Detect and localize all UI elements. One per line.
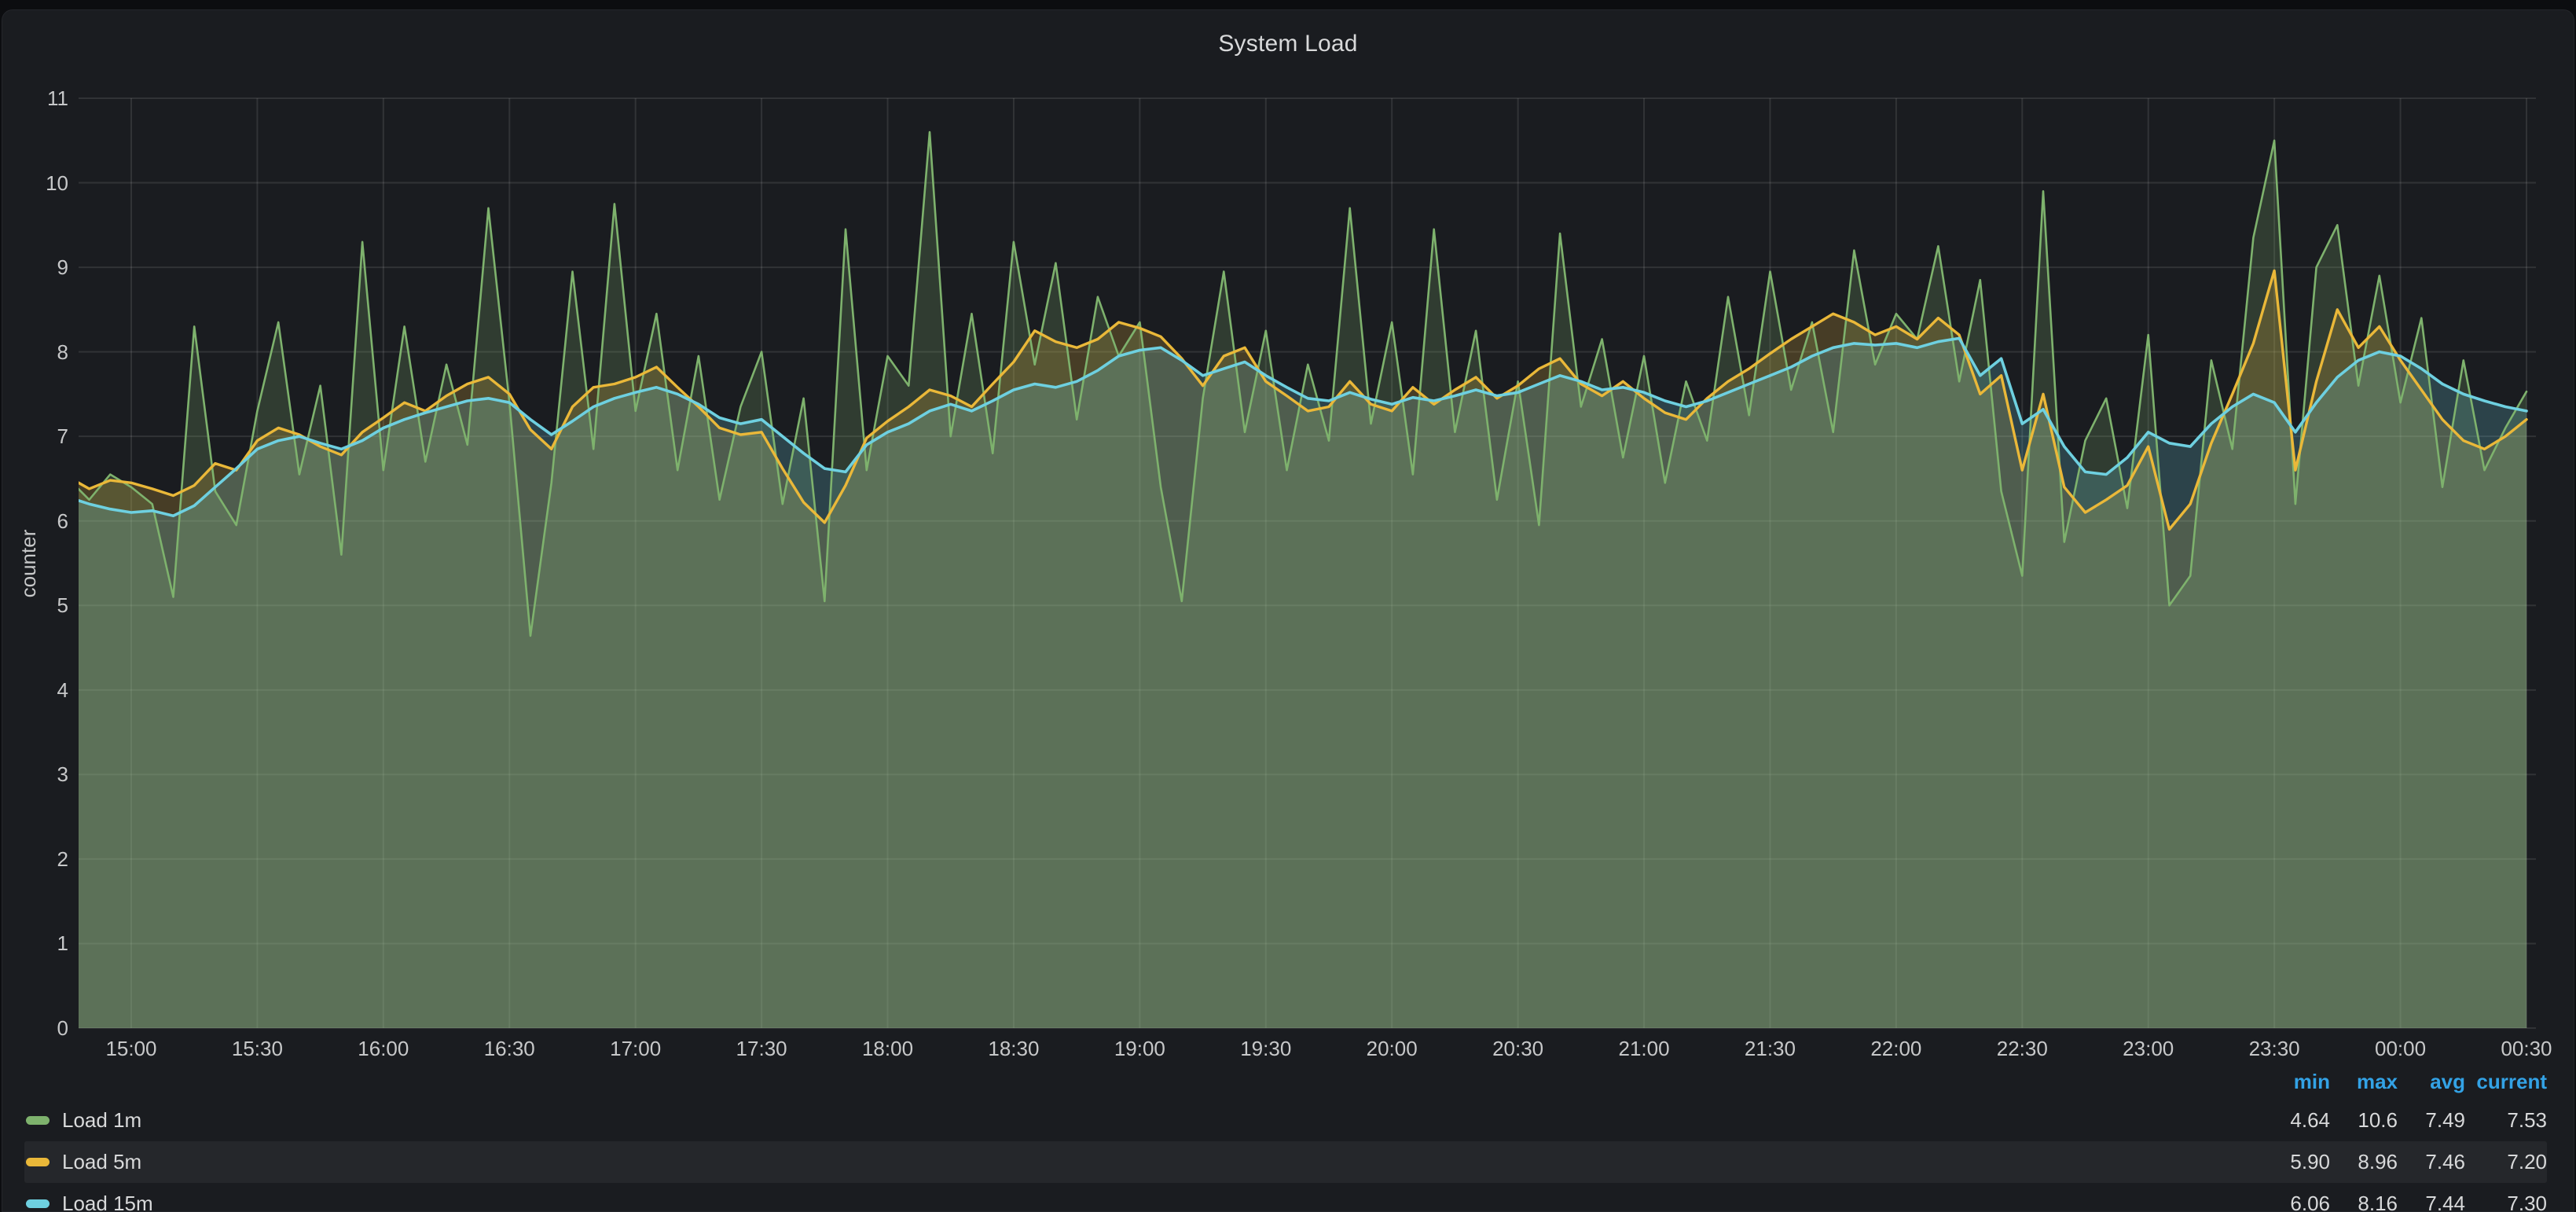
stat-value-min: 4.64 [2262,1108,2330,1133]
stat-value-max: 8.96 [2330,1150,2398,1174]
y-axis-tick-label: 3 [2,761,68,788]
x-axis-tick-label: 23:00 [2086,1034,2211,1063]
legend-row-load-1m[interactable]: Load 1m 4.6410.67.497.53 [24,1100,2547,1141]
legend-sort-header-current[interactable]: current [2465,1070,2547,1094]
series-label[interactable]: Load 5m [62,1150,141,1174]
x-axis-tick-label: 22:30 [1959,1034,2085,1063]
stat-value-max: 10.6 [2330,1108,2398,1133]
x-axis-tick-label: 00:00 [2338,1034,2464,1063]
graph-panel: System Load counter 01234567891011 15:00… [2,9,2574,1212]
x-axis-tick-label: 21:30 [1707,1034,1833,1063]
x-axis-tick-label: 00:30 [2464,1034,2576,1063]
x-axis-tick-label: 21:00 [1581,1034,1707,1063]
legend-sort-header-avg[interactable]: avg [2398,1070,2465,1094]
y-axis-tick-label: 6 [2,508,68,534]
x-axis-tick-label: 16:30 [446,1034,572,1063]
x-axis-tick-label: 16:00 [321,1034,446,1063]
x-axis-tick-label: 17:00 [573,1034,699,1063]
x-axis-tick-label: 18:30 [951,1034,1077,1063]
stat-value-min: 5.90 [2262,1150,2330,1174]
legend-sort-header-min[interactable]: min [2262,1070,2330,1094]
stat-value-current: 7.30 [2465,1192,2547,1212]
series-label[interactable]: Load 15m [62,1192,153,1212]
series-color-swatch-icon[interactable] [26,1158,50,1166]
x-axis-tick-label: 20:00 [1329,1034,1455,1063]
stat-value-avg: 7.49 [2398,1108,2465,1133]
series-color-swatch-icon[interactable] [26,1199,50,1208]
x-axis-tick-label: 15:30 [194,1034,320,1063]
stat-value-max: 8.16 [2330,1192,2398,1212]
stat-value-current: 7.53 [2465,1108,2547,1133]
legend-rows: Load 1m4.6410.67.497.53Load 5m5.908.967.… [24,1100,2547,1212]
y-axis-tick-label: 5 [2,592,68,619]
legend-row-load-5m[interactable]: Load 5m 5.908.967.467.20 [24,1141,2547,1183]
stat-value-current: 7.20 [2465,1150,2547,1174]
y-axis-tick-label: 0 [2,1015,68,1041]
y-axis-tick-label: 2 [2,846,68,872]
series-area-load-15m [79,338,2526,1028]
legend-sort-header-max[interactable]: max [2330,1070,2398,1094]
x-axis-tick-label: 23:30 [2211,1034,2337,1063]
y-axis-tick-label: 11 [2,85,68,112]
legend-header-row: minmaxavgcurrent [24,1063,2547,1100]
x-axis-tick-label: 19:00 [1077,1034,1202,1063]
y-axis-tick-label: 9 [2,254,68,281]
y-axis-tick-label: 7 [2,423,68,450]
grafana-panel-screenshot: System Load counter 01234567891011 15:00… [0,0,2576,1212]
x-axis-tick-label: 19:30 [1203,1034,1329,1063]
x-axis-tick-label: 17:30 [699,1034,824,1063]
y-axis-tick-label: 4 [2,677,68,703]
chart-plot-area[interactable] [79,10,2536,1034]
x-axis-tick-label: 20:30 [1455,1034,1581,1063]
x-axis-tick-label: 18:00 [825,1034,951,1063]
series-label[interactable]: Load 1m [62,1108,141,1133]
x-axis-tick-label: 22:00 [1833,1034,1959,1063]
x-axis-tick-label: 15:00 [68,1034,194,1063]
stat-value-min: 6.06 [2262,1192,2330,1212]
legend: minmaxavgcurrent Load 1m 4.6410.67.497.53… [24,1063,2547,1212]
stat-value-avg: 7.46 [2398,1150,2465,1174]
y-axis-tick-label: 10 [2,170,68,196]
legend-row-load-15m[interactable]: Load 15m 6.068.167.447.30 [24,1183,2547,1212]
y-axis-title: counter [16,446,41,681]
y-axis-tick-label: 1 [2,930,68,957]
stat-value-avg: 7.44 [2398,1192,2465,1212]
y-axis-tick-label: 8 [2,339,68,365]
series-color-swatch-icon[interactable] [26,1116,50,1125]
